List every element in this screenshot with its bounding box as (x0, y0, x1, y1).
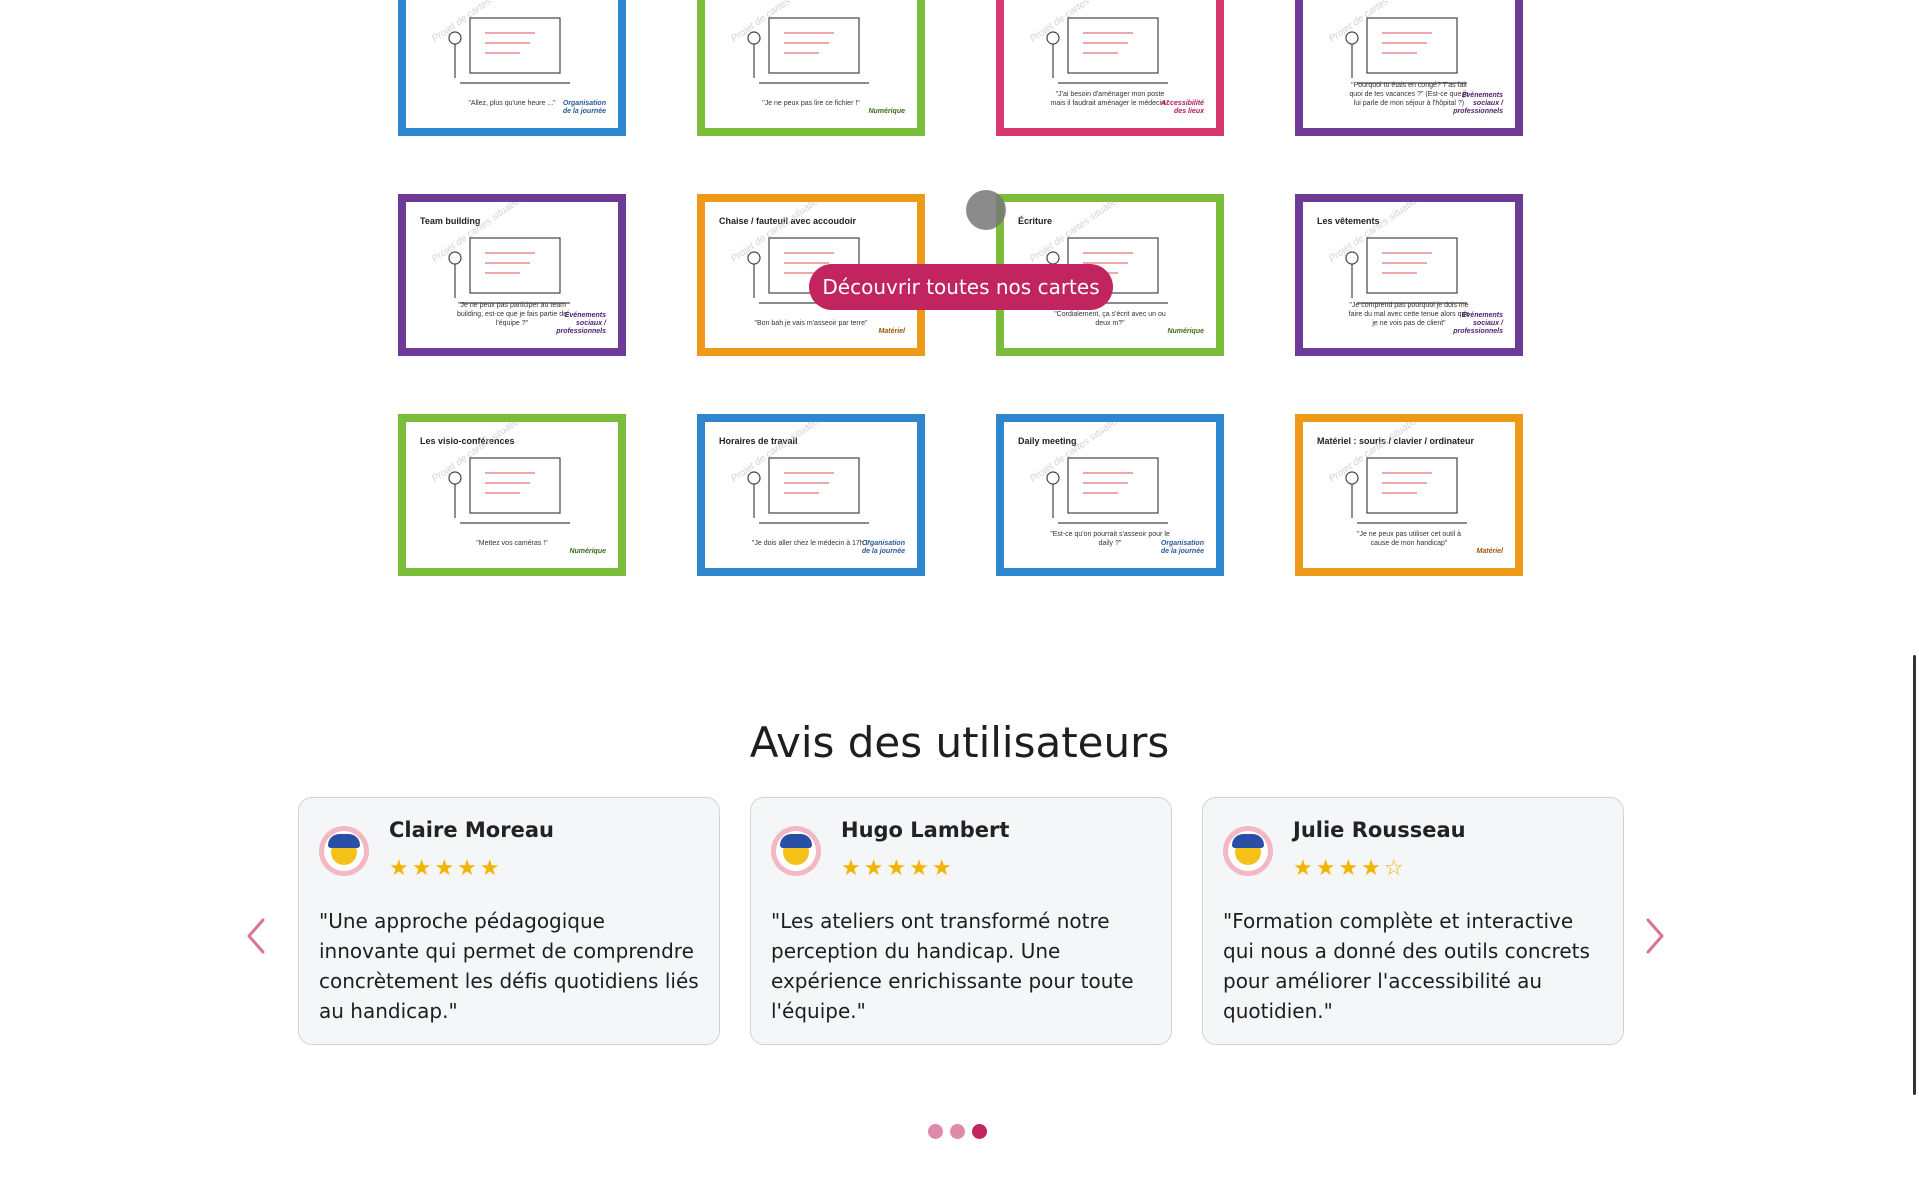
card-face: Projet de cartes situationnelles sur le … (709, 0, 913, 124)
card-category: Événements sociaux / professionnels (1453, 312, 1503, 335)
card-face: Projet de cartes situationnelles sur le … (410, 0, 614, 124)
star-rating: ★★★★☆ (1293, 856, 1407, 881)
star-rating: ★★★★★ (841, 856, 955, 881)
card-category: Accessibilité des lieux (1161, 100, 1204, 115)
card-title: Team building (420, 216, 481, 226)
card-caption: "Bon bah je vais m'asseoir par terre" (754, 320, 868, 327)
carousel-prev-button[interactable] (241, 914, 271, 958)
card-face: Projet de cartes situationnelles sur le … (1008, 0, 1212, 124)
card-caption: "Mettez vos caméras !" (476, 540, 548, 547)
card-face: Les visio-conférences Projet de cartes si… (410, 422, 614, 564)
review-card: Claire Moreau ★★★★★ "Une approche pédago… (298, 797, 720, 1045)
situation-card[interactable]: Horaires de travail Projet de cartes situ… (697, 414, 925, 576)
carousel-dot-1[interactable] (928, 1124, 943, 1139)
situation-card[interactable]: Team building Projet de cartes situationn… (398, 194, 626, 356)
card-title: Daily meeting (1018, 436, 1077, 446)
situation-card[interactable]: Projet de cartes situationnelles sur le … (398, 0, 626, 136)
card-illustration (1345, 457, 1467, 524)
card-category: Matériel (878, 328, 905, 335)
situation-card[interactable]: Projet de cartes situationnelles sur le … (996, 0, 1224, 136)
reviewer-name: Claire Moreau (389, 818, 554, 842)
discover-all-cards-button[interactable]: Découvrir toutes nos cartes (809, 264, 1113, 310)
star-rating: ★★★★★ (389, 856, 503, 881)
card-caption: "Je ne peux pas utiliser cet outil à cau… (1356, 531, 1462, 547)
card-face: Matériel : souris / clavier / ordinateur… (1307, 422, 1511, 564)
card-face: Projet de cartes situationnelles sur le … (1307, 0, 1511, 124)
card-caption: "Je ne peux pas lire ce fichier !" (762, 100, 860, 107)
carousel-dot-3-active[interactable] (972, 1124, 987, 1139)
situation-card[interactable]: Matériel : souris / clavier / ordinateur… (1295, 414, 1523, 576)
review-text: "Les ateliers ont transformé notre perce… (771, 909, 1134, 1023)
card-illustration (448, 457, 570, 524)
card-illustration (747, 457, 869, 524)
card-face: Les vêtements Projet de cartes situationn… (1307, 202, 1511, 344)
card-category: Numérique (569, 548, 606, 555)
card-illustration (1046, 457, 1168, 524)
review-text: "Formation complète et interactive qui n… (1223, 909, 1590, 1023)
page: Projet de cartes situationnelles sur le … (0, 0, 1919, 1195)
card-category: Organisation de la journée (562, 100, 606, 115)
reviewer-name: Hugo Lambert (841, 818, 1010, 842)
card-category: Numérique (868, 108, 905, 115)
card-face: Daily meeting Projet de cartes situationn… (1008, 422, 1212, 564)
reviews-section-title: Avis des utilisateurs (749, 718, 1170, 767)
review-card: Julie Rousseau ★★★★☆ "Formation complète… (1202, 797, 1624, 1045)
carousel-dot-2[interactable] (950, 1124, 965, 1139)
card-category: Organisation de la journée (1160, 540, 1204, 555)
card-category: Matériel (1476, 548, 1503, 555)
card-illustration (1046, 17, 1168, 84)
reviewer-name: Julie Rousseau (1293, 818, 1466, 842)
avatar (319, 826, 369, 876)
card-category: Numérique (1167, 328, 1204, 335)
review-card: Hugo Lambert ★★★★★ "Les ateliers ont tra… (750, 797, 1172, 1045)
cursor-indicator (966, 190, 1006, 230)
carousel-pagination (928, 1124, 998, 1142)
situation-card[interactable]: Les visio-conférences Projet de cartes si… (398, 414, 626, 576)
card-caption: "Cordialement, ça s'écrit avec un ou deu… (1054, 311, 1166, 327)
situation-card[interactable]: Daily meeting Projet de cartes situationn… (996, 414, 1224, 576)
review-text: "Une approche pédagogique innovante qui … (319, 909, 699, 1023)
card-title: Écriture (1018, 216, 1053, 226)
card-category: Événements sociaux / professionnels (1453, 92, 1503, 115)
situation-card[interactable]: Projet de cartes situationnelles sur le … (1295, 0, 1523, 136)
card-face: Team building Projet de cartes situationn… (410, 202, 614, 344)
carousel-next-button[interactable] (1640, 914, 1670, 958)
card-face: Horaires de travail Projet de cartes situ… (709, 422, 913, 564)
card-illustration (448, 17, 570, 84)
situation-card[interactable]: Projet de cartes situationnelles sur le … (697, 0, 925, 136)
avatar (771, 826, 821, 876)
situation-card[interactable]: Les vêtements Projet de cartes situationn… (1295, 194, 1523, 356)
card-category: Organisation de la journée (861, 540, 905, 555)
avatar (1223, 826, 1273, 876)
scrollbar[interactable] (1913, 655, 1916, 1095)
card-illustration (747, 17, 869, 84)
card-category: Événements sociaux / professionnels (556, 312, 606, 335)
